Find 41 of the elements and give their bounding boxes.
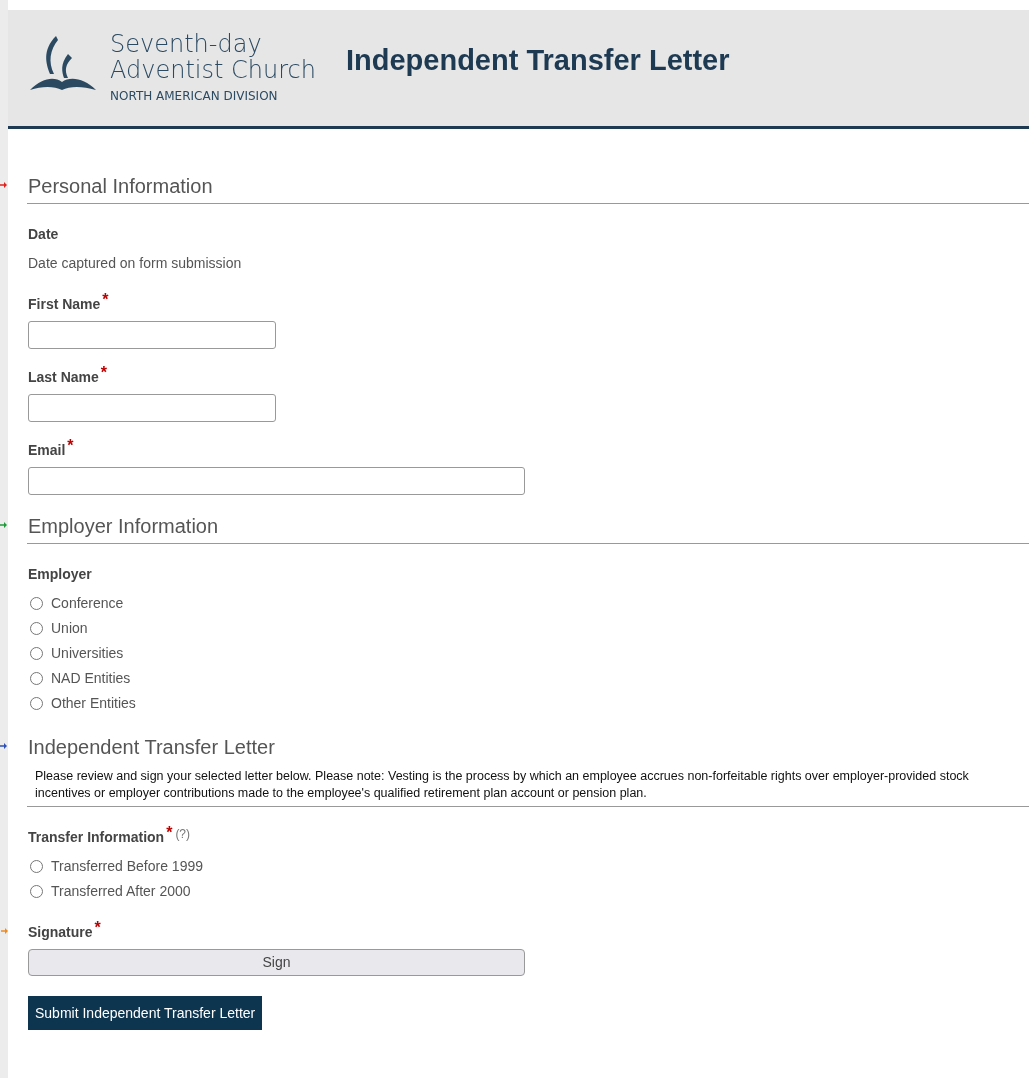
radio-option[interactable]: Conference [28,591,1029,616]
section-heading: Employer Information [27,514,220,539]
logo-subtitle: NORTH AMERICAN DIVISION [110,88,279,105]
section-heading: Independent Transfer Letter [27,735,276,760]
radio-option[interactable]: Transferred Before 1999 [28,854,1029,879]
required-mark: * [94,922,101,934]
required-mark: * [100,367,108,379]
logo-text: Seventh-day [110,31,263,57]
radio-option[interactable]: Transferred After 2000 [28,879,1029,904]
field-text: Date captured on form submission [28,254,243,273]
field-label: First Name [28,295,101,314]
radio-icon[interactable] [30,622,43,635]
field-label: Date [28,225,59,244]
logo-text: Adventist Church [110,57,316,83]
required-mark: * [102,294,109,306]
submit-button[interactable]: Submit Independent Transfer Letter [28,996,263,1030]
radio-icon[interactable] [30,885,43,898]
field-label: Employer [28,565,92,584]
sign-button[interactable]: Sign [28,949,525,976]
section-heading: Personal Information [27,174,214,199]
required-mark: * [166,827,173,839]
field-label: Transfer Information [28,828,165,847]
radio-icon[interactable] [30,647,43,660]
field-label: Email [28,441,66,460]
radio-option[interactable]: Other Entities [28,691,1029,716]
radio-option[interactable]: NAD Entities [28,666,1029,691]
text-input[interactable] [28,394,276,422]
radio-option[interactable]: Union [28,616,1029,641]
help-link[interactable]: (?) [175,827,191,841]
page-title: Independent Transfer Letter [346,43,730,79]
text-input[interactable] [28,321,276,349]
field-label: Last Name [28,368,99,387]
radio-icon[interactable] [30,597,43,610]
radio-option[interactable]: Universities [28,641,1029,666]
field-label: Signature [28,923,93,942]
section-note: Please review and sign your selected letter below. Please note: Vesting is the process by which an employee accrues non-forfeitable rights over employer-provided stock incentives or employer contributions made to the employee's qualified retirement plan account or pension plan. [34,768,970,802]
radio-icon[interactable] [30,860,43,873]
radio-icon[interactable] [30,672,43,685]
text-input[interactable] [28,467,525,495]
required-mark: * [67,440,74,452]
radio-icon[interactable] [30,697,43,710]
